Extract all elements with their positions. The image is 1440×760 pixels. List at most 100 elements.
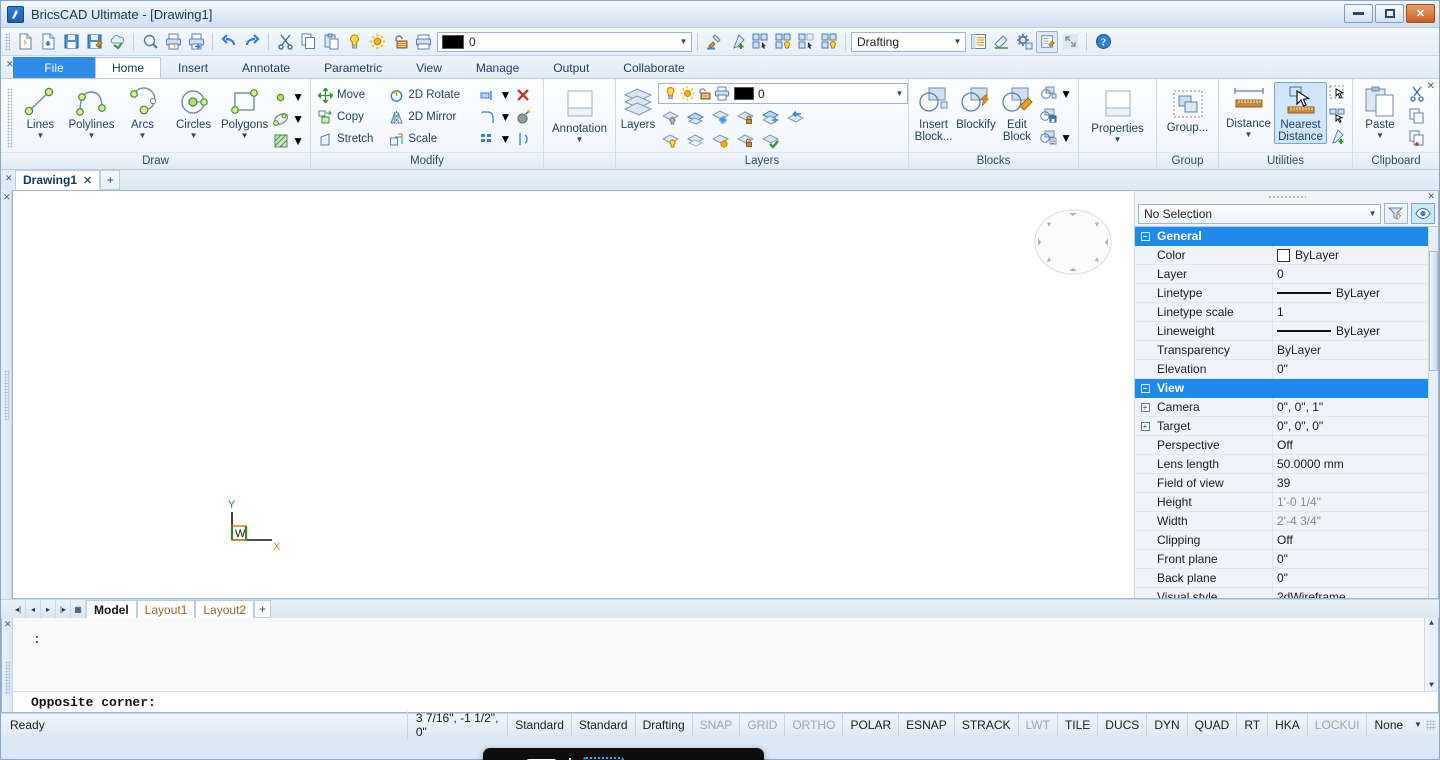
next-layout-button[interactable]: ▸ bbox=[41, 600, 56, 618]
plot-style-icon[interactable] bbox=[412, 31, 434, 53]
status-item-standard-2[interactable]: Standard bbox=[571, 714, 635, 736]
sun-icon[interactable] bbox=[679, 85, 696, 102]
minimize-ui-icon[interactable] bbox=[1059, 31, 1081, 53]
property-value[interactable]: 0" bbox=[1273, 550, 1438, 568]
ribbon-close-icon[interactable]: ✕ bbox=[1427, 81, 1435, 92]
property-category-view[interactable]: − View bbox=[1135, 379, 1438, 398]
draw-ellipse-button[interactable]: ▼ bbox=[270, 108, 306, 130]
property-row-back-plane[interactable]: Back plane 0" bbox=[1135, 569, 1438, 588]
property-row-visual-style[interactable]: Visual style 2dWireframe bbox=[1135, 588, 1438, 598]
status-item-hka[interactable]: HKA bbox=[1267, 714, 1307, 736]
property-value[interactable]: 1 bbox=[1273, 303, 1438, 321]
chevron-down-icon[interactable]: ▼ bbox=[892, 89, 907, 98]
copy-row[interactable] bbox=[1406, 105, 1427, 127]
printer-icon[interactable] bbox=[713, 85, 730, 102]
property-row-height[interactable]: Height 1'-0 1/4" bbox=[1135, 493, 1438, 512]
expand-toggle[interactable]: + bbox=[1135, 417, 1155, 435]
layer-frozen-icon[interactable] bbox=[708, 106, 732, 128]
status-item-polar[interactable]: POLAR bbox=[842, 714, 898, 736]
cut-row[interactable] bbox=[1406, 83, 1427, 105]
scroll-down-icon[interactable]: ▼ bbox=[1429, 680, 1434, 691]
prev-layout-button[interactable]: ◂ bbox=[26, 600, 41, 618]
edit-note-icon[interactable] bbox=[1036, 31, 1058, 53]
collapse-toggle[interactable]: − bbox=[1135, 379, 1155, 397]
tab-parametric[interactable]: Parametric bbox=[307, 57, 399, 78]
property-value[interactable]: Off bbox=[1273, 436, 1438, 454]
lightbulb-icon[interactable] bbox=[662, 85, 679, 102]
current-layer-selector[interactable]: 0 ▼ bbox=[658, 83, 908, 104]
create-block-row[interactable]: ▼ bbox=[1038, 83, 1074, 105]
layer-off-icon[interactable] bbox=[658, 106, 682, 128]
chevron-down-icon[interactable]: ▼ bbox=[1114, 135, 1122, 144]
dock-grip[interactable] bbox=[5, 661, 10, 695]
layer-unlock-icon[interactable] bbox=[733, 129, 757, 151]
draw-hatch-button[interactable]: ▼ bbox=[270, 130, 306, 152]
close-icon[interactable]: ✕ bbox=[3, 192, 11, 203]
command-scrollbar[interactable]: ▲ ▼ bbox=[1424, 618, 1438, 691]
left-dock-strip[interactable]: ✕ bbox=[1, 190, 12, 599]
property-value[interactable]: 0", 0", 1" bbox=[1273, 398, 1438, 416]
select-similar-row[interactable] bbox=[1327, 104, 1348, 126]
command-history[interactable]: : ▲ ▼ bbox=[13, 618, 1438, 691]
lock-icon[interactable] bbox=[696, 85, 713, 102]
layer-lock-icon[interactable] bbox=[389, 31, 411, 53]
new-icon[interactable] bbox=[14, 31, 36, 53]
property-row-width[interactable]: Width 2'-4 3/4" bbox=[1135, 512, 1438, 531]
property-row-lineweight[interactable]: Lineweight ByLayer bbox=[1135, 322, 1438, 341]
filter-icon[interactable] bbox=[1384, 203, 1408, 224]
status-item-esnap[interactable]: ESNAP bbox=[898, 714, 954, 736]
chevron-down-icon[interactable]: ▼ bbox=[500, 110, 512, 124]
drawing-canvas[interactable]: Y X W i Ctrl bbox=[12, 190, 1134, 599]
property-row-target[interactable]: + Target 0", 0", 0" bbox=[1135, 417, 1438, 436]
print-preview-icon[interactable] bbox=[139, 31, 161, 53]
chevron-down-icon[interactable]: ▼ bbox=[190, 131, 198, 140]
status-item-grid[interactable]: GRID bbox=[739, 714, 784, 736]
help-icon[interactable]: ? bbox=[1092, 31, 1114, 53]
tab-insert[interactable]: Insert bbox=[161, 57, 225, 78]
chevron-down-icon[interactable]: ▼ bbox=[36, 131, 44, 140]
cloud-icon[interactable] bbox=[106, 31, 128, 53]
draw-lines-button[interactable]: Lines ▼ bbox=[15, 83, 66, 140]
property-row-clipping[interactable]: Clipping Off bbox=[1135, 531, 1438, 550]
doctab-pin-icon[interactable]: ✕ bbox=[5, 173, 13, 184]
paste-button[interactable]: Paste ▼ bbox=[1357, 83, 1403, 140]
toolbar-grip[interactable] bbox=[5, 33, 10, 51]
offset-icon[interactable] bbox=[514, 131, 531, 148]
eyedropper-row[interactable] bbox=[1327, 126, 1348, 148]
layout-tab-layout1[interactable]: Layout1 bbox=[137, 600, 196, 618]
distance-button[interactable]: Distance ▼ bbox=[1223, 82, 1274, 139]
isolate-layer-icon[interactable] bbox=[818, 31, 840, 53]
layer-freeze-icon[interactable] bbox=[366, 31, 388, 53]
property-value[interactable]: 39 bbox=[1273, 474, 1438, 492]
selection-mode-hud[interactable]: i Ctrl bbox=[483, 748, 764, 760]
chevron-down-icon[interactable]: ▼ bbox=[500, 132, 512, 146]
scroll-up-icon[interactable]: ▲ bbox=[1429, 618, 1434, 629]
draw-polygons-button[interactable]: Polygons ▼ bbox=[219, 83, 270, 140]
blockify-button[interactable]: Blockify bbox=[954, 83, 998, 131]
property-row-field-of-view[interactable]: Field of view 39 bbox=[1135, 474, 1438, 493]
draw-point-button[interactable]: ▼ bbox=[270, 86, 306, 108]
insert-block-button[interactable]: Insert Block... bbox=[913, 83, 954, 143]
color-selector[interactable]: 0 ▼ bbox=[437, 32, 692, 52]
modify-copy-button[interactable]: Copy bbox=[315, 106, 386, 128]
chevron-down-icon[interactable]: ▼ bbox=[676, 37, 691, 46]
modify-scale-button[interactable]: Scale bbox=[386, 128, 477, 150]
property-value[interactable]: ByLayer bbox=[1273, 284, 1438, 302]
property-value[interactable]: ByLayer bbox=[1273, 246, 1438, 264]
layer-thaw-icon[interactable] bbox=[683, 129, 707, 151]
property-row-perspective[interactable]: Perspective Off bbox=[1135, 436, 1438, 455]
chevron-down-icon[interactable]: ▼ bbox=[241, 131, 249, 140]
explode-icon[interactable] bbox=[514, 109, 531, 126]
property-row-front-plane[interactable]: Front plane 0" bbox=[1135, 550, 1438, 569]
status-item-lwt[interactable]: LWT bbox=[1018, 714, 1057, 736]
status-item-none[interactable]: None bbox=[1366, 714, 1410, 736]
layout-tab-layout2[interactable]: Layout2 bbox=[195, 600, 254, 618]
eyedropper-icon[interactable] bbox=[726, 31, 748, 53]
property-row-linetype[interactable]: Linetype ByLayer bbox=[1135, 284, 1438, 303]
chevron-down-icon[interactable]: ▼ bbox=[1245, 130, 1253, 139]
command-prompt-input[interactable]: Opposite corner: bbox=[13, 691, 1438, 712]
draw-circles-button[interactable]: Circles ▼ bbox=[168, 83, 219, 140]
modify-fillet-row[interactable]: ▼ bbox=[478, 106, 539, 128]
chevron-down-icon[interactable]: ▼ bbox=[1376, 131, 1384, 140]
first-layout-button[interactable]: ◂| bbox=[11, 600, 26, 618]
